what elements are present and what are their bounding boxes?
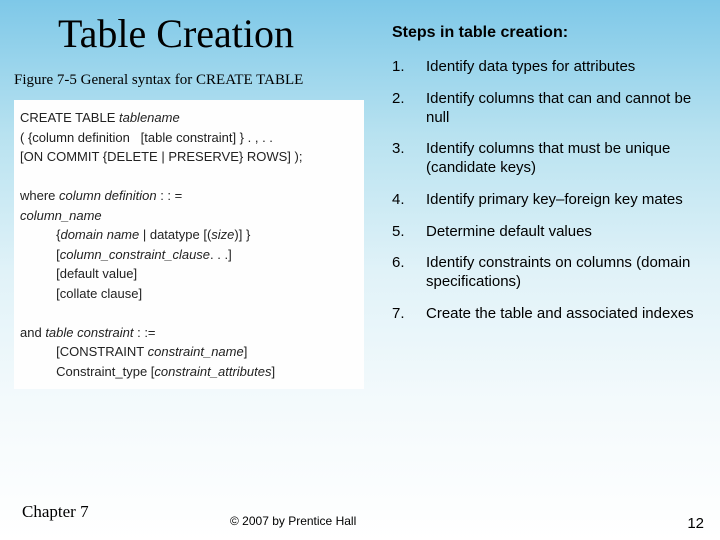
syntax-line: [column_constraint_clause. . .]	[20, 245, 358, 265]
syntax-line: Constraint_type [constraint_attributes]	[20, 362, 358, 382]
syntax-line: [CONSTRAINT constraint_name]	[20, 342, 358, 362]
syntax-line: and table constraint : :=	[20, 323, 358, 343]
syntax-line: [default value]	[20, 264, 358, 284]
syntax-box: CREATE TABLE tablename ( {column definit…	[14, 100, 364, 389]
slide: Table Creation Figure 7-5 General syntax…	[0, 0, 720, 540]
steps-heading: Steps in table creation:	[392, 24, 568, 42]
syntax-line: {domain name | datatype [(size)] }	[20, 225, 358, 245]
page-number: 12	[687, 515, 704, 532]
list-item: Create the table and associated indexes	[392, 305, 702, 324]
list-item: Identify columns that must be unique (ca…	[392, 140, 702, 178]
list-item: Identify constraints on columns (domain …	[392, 254, 702, 292]
list-item: Identify data types for attributes	[392, 58, 702, 77]
syntax-blank	[20, 167, 358, 187]
list-item: Determine default values	[392, 223, 702, 242]
steps-list: Identify data types for attributes Ident…	[392, 58, 702, 337]
list-item: Identify columns that can and cannot be …	[392, 90, 702, 128]
list-item: Identify primary key–foreign key mates	[392, 191, 702, 210]
syntax-line: where column definition : : =	[20, 186, 358, 206]
syntax-line: [collate clause]	[20, 284, 358, 304]
footer-copyright: © 2007 by Prentice Hall	[230, 514, 356, 528]
syntax-line: column_name	[20, 206, 358, 226]
syntax-blank	[20, 303, 358, 323]
syntax-line: [ON COMMIT {DELETE | PRESERVE} ROWS] );	[20, 147, 358, 167]
syntax-line: ( {column definition [table constraint] …	[20, 128, 358, 148]
slide-title: Table Creation	[58, 10, 294, 57]
footer-chapter: Chapter 7	[22, 502, 89, 522]
figure-caption: Figure 7-5 General syntax for CREATE TAB…	[14, 72, 303, 89]
syntax-line: CREATE TABLE tablename	[20, 108, 358, 128]
